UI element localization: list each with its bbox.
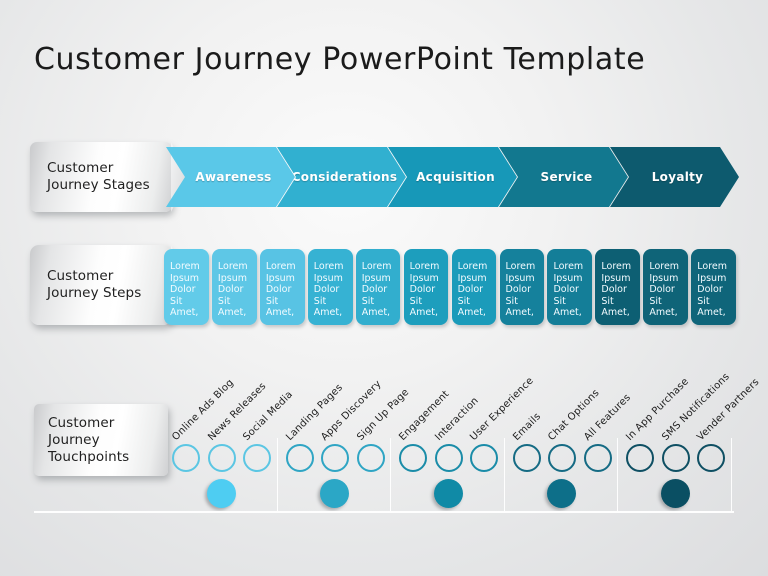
touchpoint-circle[interactable] [583,444,612,472]
touchpoint-label: Online Ads Blog [170,377,236,443]
touchpoint-circle[interactable] [434,444,463,472]
group-separator [617,438,619,511]
touchpoint-label: Emails [510,411,543,443]
touchpoint-circle[interactable] [697,444,725,472]
stage-arrow-label: Service [540,170,593,184]
stage-arrow-label: Acquisition [416,170,495,184]
touchpoint-circle[interactable] [512,444,541,472]
step-box-text: Lorem Ipsum Dolor Sit Amet, [601,261,632,318]
step-box[interactable]: Lorem Ipsum Dolor Sit Amet, [547,249,593,325]
touchpoint-label: Apps Discovery [319,378,384,443]
step-box-text: Lorem Ipsum Dolor Sit Amet, [553,261,584,318]
group-separator [730,438,732,511]
stage-arrow-loyalty[interactable]: Loyalty [610,147,739,207]
step-box-text: Lorem Ipsum Dolor Sit Amet, [697,261,727,318]
touchpoint-highlight-dot[interactable] [660,479,690,508]
touchpoint-label: SMS Notifications [659,371,732,443]
step-box-text: Lorem Ipsum Dolor Sit Amet, [409,261,440,318]
step-box-row: Lorem Ipsum Dolor Sit Amet, Lorem Ipsum D… [164,249,739,325]
touchpoint-row: Online Ads Blog News Releases Social Media… [0,340,768,520]
step-box[interactable]: Lorem Ipsum Dolor Sit Amet, [211,249,257,325]
touchpoint-label: Vender Partners [695,376,762,443]
touchpoint-circle[interactable] [548,444,576,472]
touchpoint-highlight-dot[interactable] [320,479,349,508]
step-box[interactable]: Lorem Ipsum Dolor Sit Amet, [643,249,689,325]
stage-arrow-label: Awareness [195,170,272,184]
bottom-divider [34,511,734,513]
step-box-text: Lorem Ipsum Dolor Sit Amet, [457,261,488,318]
touchpoint-highlight-dot[interactable] [547,479,576,508]
touchpoint-highlight-dot[interactable] [433,479,463,508]
touchpoint-circle[interactable] [470,444,498,472]
step-box-text: Lorem Ipsum Dolor Sit Amet, [265,261,296,318]
stage-arrow-label: Loyalty [651,170,704,184]
step-box[interactable]: Lorem Ipsum Dolor Sit Amet, [691,249,736,325]
touchpoint-circle[interactable] [285,444,314,472]
step-box-text: Lorem Ipsum Dolor Sit Amet, [505,261,536,318]
step-box-text: Lorem Ipsum Dolor Sit Amet, [361,261,392,318]
step-box[interactable]: Lorem Ipsum Dolor Sit Amet, [164,249,209,325]
step-box[interactable]: Lorem Ipsum Dolor Sit Amet, [355,249,401,325]
touchpoint-circle[interactable] [172,444,200,472]
stage-arrow-service[interactable]: Service [499,147,628,207]
group-separator [390,438,392,511]
touchpoint-circle[interactable] [243,444,271,472]
step-box[interactable]: Lorem Ipsum Dolor Sit Amet, [451,249,497,325]
touchpoint-highlight-dot[interactable] [206,479,236,508]
step-box-text: Lorem Ipsum Dolor Sit Amet, [313,261,344,318]
stage-arrow-considerations[interactable]: Considerations [277,147,406,207]
page-title: Customer Journey PowerPoint Template [34,42,646,77]
row-label-steps: Customer Journey Steps [30,245,172,325]
step-box[interactable]: Lorem Ipsum Dolor Sit Amet, [259,249,305,325]
stage-arrow-acquisition[interactable]: Acquisition [388,147,517,207]
stage-arrow-label: Considerations [291,170,398,184]
step-box[interactable]: Lorem Ipsum Dolor Sit Amet, [403,249,449,325]
touchpoint-label: In App Purchase [624,376,692,443]
touchpoint-circle[interactable] [356,444,385,472]
stage-arrow-row: Awareness Considerations Acquisition Servic… [166,147,741,207]
touchpoint-circle[interactable] [207,444,236,472]
touchpoint-circle[interactable] [661,444,690,472]
row-label-stages: Customer Journey Stages [30,142,172,212]
touchpoint-circle[interactable] [321,444,349,472]
row-label-stages-text: Customer Journey Stages [47,160,150,193]
stage-arrow-awareness[interactable]: Awareness [166,147,295,207]
group-separator [503,438,505,511]
step-box-text: Lorem Ipsum Dolor Sit Amet, [217,261,248,318]
step-box[interactable]: Lorem Ipsum Dolor Sit Amet, [307,249,353,325]
step-box[interactable]: Lorem Ipsum Dolor Sit Amet, [499,249,545,325]
step-box[interactable]: Lorem Ipsum Dolor Sit Amet, [595,249,641,325]
touchpoint-circle[interactable] [626,444,654,472]
group-separator [276,438,278,511]
step-box-text: Lorem Ipsum Dolor Sit Amet, [170,261,200,318]
step-box-text: Lorem Ipsum Dolor Sit Amet, [649,261,680,318]
row-label-steps-text: Customer Journey Steps [47,268,142,301]
touchpoint-circle[interactable] [399,444,427,472]
